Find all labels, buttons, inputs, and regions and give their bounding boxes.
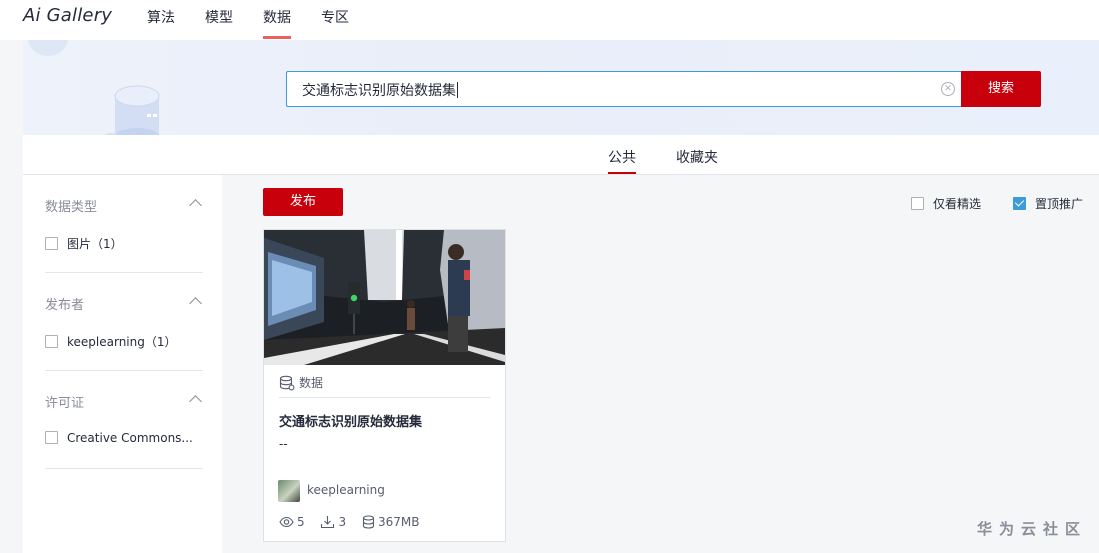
pin-promo-checkbox[interactable] (1013, 197, 1026, 210)
views-count: 5 (297, 515, 305, 529)
filter-option-label: Creative Commons... (67, 431, 193, 445)
banner-decoration (28, 40, 68, 56)
nav-item-algorithm[interactable]: 算法 (147, 7, 175, 27)
watermark: 华为云社区 (977, 520, 1088, 538)
downloads-count: 3 (338, 515, 347, 529)
eye-icon (279, 516, 294, 528)
nav-item-zone[interactable]: 专区 (321, 7, 349, 27)
card-type: 数据 (279, 374, 323, 391)
filter-title-publisher: 发布者 (45, 298, 85, 313)
dataset-thumbnail[interactable] (264, 230, 505, 365)
clear-circle-icon[interactable]: ✕ (941, 82, 955, 96)
nav-item-model[interactable]: 模型 (205, 7, 233, 27)
database-icon (362, 515, 374, 529)
size-stat: 367MB (362, 515, 420, 529)
size-value: 367MB (377, 515, 420, 529)
avatar[interactable] (278, 480, 300, 502)
app-logo[interactable]: Ai Gallery (23, 5, 112, 26)
card-description: -- (279, 437, 288, 451)
filter-option-license[interactable]: Creative Commons... (45, 431, 193, 445)
divider (45, 370, 203, 371)
chevron-up-icon[interactable] (189, 297, 202, 310)
only-featured-checkbox[interactable] (911, 197, 924, 210)
divider (45, 468, 203, 469)
chevron-up-icon[interactable] (189, 395, 202, 408)
tab-bar: 公共 收藏夹 (23, 135, 1099, 175)
chevron-up-icon[interactable] (189, 199, 202, 212)
card-type-label: 数据 (299, 376, 324, 390)
database-icon (279, 375, 295, 391)
database-illustration-icon (104, 85, 160, 135)
publish-button[interactable]: 发布 (263, 188, 343, 216)
filter-title-license: 许可证 (45, 396, 85, 411)
search-button[interactable]: 搜索 (961, 71, 1041, 107)
views-stat: 5 (279, 515, 305, 529)
filter-option-label: 图片（1） (67, 237, 123, 251)
filter-option-label: keeplearning（1） (67, 335, 177, 349)
filter-option-image[interactable]: 图片（1） (45, 235, 123, 252)
download-icon (321, 516, 335, 529)
checkbox[interactable] (45, 431, 58, 444)
dataset-card[interactable]: 数据 交通标志识别原始数据集 -- keeplearning 5 3 367MB (263, 229, 506, 542)
search-input[interactable]: 交通标志识别原始数据集 ✕ (286, 71, 961, 107)
tab-public[interactable]: 公共 (608, 147, 636, 174)
filter-sidebar: 数据类型 图片（1） 发布者 keeplearning（1） 许可证 Creat… (23, 175, 222, 553)
divider (45, 272, 203, 273)
downloads-stat: 3 (320, 515, 346, 529)
only-featured-toggle[interactable]: 仅看精选 (911, 195, 981, 212)
card-title[interactable]: 交通标志识别原始数据集 (279, 411, 422, 430)
divider (279, 397, 490, 398)
nav-item-data[interactable]: 数据 (263, 7, 291, 39)
search-input-value: 交通标志识别原始数据集 (302, 82, 458, 99)
filter-title-data-type: 数据类型 (45, 200, 98, 215)
checkbox[interactable] (45, 237, 58, 250)
top-nav: Ai Gallery 算法 模型 数据 专区 (0, 0, 1099, 40)
checkbox[interactable] (45, 335, 58, 348)
tab-favorites[interactable]: 收藏夹 (676, 147, 718, 167)
pin-promo-label: 置顶推广 (1035, 197, 1084, 211)
only-featured-label: 仅看精选 (933, 197, 982, 211)
filter-option-publisher[interactable]: keeplearning（1） (45, 333, 177, 350)
pin-promo-toggle[interactable]: 置顶推广 (1013, 195, 1083, 212)
card-stats: 5 3 367MB (279, 515, 431, 529)
card-author[interactable]: keeplearning (307, 483, 385, 497)
